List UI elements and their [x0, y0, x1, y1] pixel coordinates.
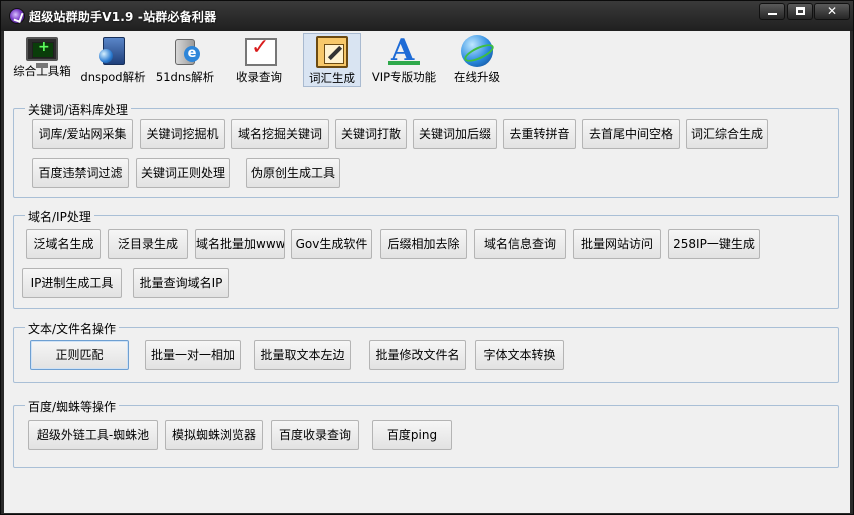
button-simulate-spider-browser[interactable]: 模拟蜘蛛浏览器: [165, 420, 263, 450]
toolbar-item-label: 词汇生成: [309, 71, 355, 85]
network-globe-icon: [97, 35, 129, 67]
button-ip-base-convert[interactable]: IP进制生成工具: [22, 268, 122, 298]
toolbar-item-label: 在线升级: [454, 70, 500, 84]
close-icon: ✕: [826, 4, 838, 18]
button-word-compose[interactable]: 词汇综合生成: [686, 119, 768, 149]
button-domain-add-www[interactable]: 域名批量加www: [195, 229, 285, 259]
button-keyword-regex[interactable]: 关键词正则处理: [136, 158, 230, 188]
minimize-icon: [767, 13, 777, 15]
server-ie-icon: [169, 35, 201, 67]
button-regex-match[interactable]: 正则匹配: [30, 340, 129, 370]
toolbar-item-label: 51dns解析: [155, 70, 215, 84]
toolbar-item-label: VIP专版功能: [371, 70, 437, 84]
toolbar-vip-button[interactable]: VIP专版功能: [369, 33, 439, 87]
button-batch-site-visit[interactable]: 批量网站访问: [573, 229, 661, 259]
button-gov-generator[interactable]: Gov生成软件: [291, 229, 372, 259]
toolbar-item-label: 收录查询: [236, 70, 282, 84]
group-keyword-processing: 关键词/语料库处理 词库/爱站网采集 关键词挖掘机 域名挖掘关键词 关键词打散 …: [13, 101, 839, 198]
button-baidu-ping[interactable]: 百度ping: [372, 420, 452, 450]
client-area: 综合工具箱 dnspod解析 51dns解析 收录查询 词汇生成 VIP专版功能: [4, 31, 850, 513]
button-baidu-banned-filter[interactable]: 百度违禁词过滤: [32, 158, 129, 188]
button-font-text-convert[interactable]: 字体文本转换: [475, 340, 564, 370]
app-logo-icon: [9, 8, 25, 24]
button-keyword-shuffle[interactable]: 关键词打散: [335, 119, 407, 149]
title-bar[interactable]: 超级站群助手V1.9 -站群必备利器 ✕: [1, 1, 853, 31]
button-pseudo-original[interactable]: 伪原创生成工具: [246, 158, 340, 188]
toolbar-item-label: dnspod解析: [80, 70, 146, 84]
button-dedupe-pinyin[interactable]: 去重转拼音: [503, 119, 576, 149]
toolbar-dnspod-button[interactable]: dnspod解析: [80, 33, 146, 87]
group-baidu-spider: 百度/蜘蛛等操作 超级外链工具-蜘蛛池 模拟蜘蛛浏览器 百度收录查询 百度pin…: [13, 398, 839, 468]
button-thesaurus-collect[interactable]: 词库/爱站网采集: [32, 119, 133, 149]
button-suffix-add-remove[interactable]: 后缀相加去除: [380, 229, 467, 259]
toolbar-update-button[interactable]: 在线升级: [448, 33, 506, 87]
button-super-backlink-spider-pool[interactable]: 超级外链工具-蜘蛛池: [28, 420, 158, 450]
globe-icon: [461, 35, 493, 67]
group-title: 百度/蜘蛛等操作: [25, 398, 120, 415]
button-keyword-miner[interactable]: 关键词挖掘机: [140, 119, 225, 149]
toolbar-word-generate-button[interactable]: 词汇生成: [303, 33, 361, 87]
app-window: 超级站群助手V1.9 -站群必备利器 ✕ 综合工具箱 dnspod解析 51dn…: [0, 0, 854, 515]
button-baidu-index-query[interactable]: 百度收录查询: [271, 420, 359, 450]
button-wildcard-directory[interactable]: 泛目录生成: [108, 229, 188, 259]
button-batch-rename-file[interactable]: 批量修改文件名: [369, 340, 466, 370]
button-domain-keyword-mine[interactable]: 域名挖掘关键词: [231, 119, 329, 149]
toolbar-51dns-button[interactable]: 51dns解析: [154, 33, 216, 87]
toolbar-index-query-button[interactable]: 收录查询: [230, 33, 288, 87]
button-trim-spaces[interactable]: 去首尾中间空格: [582, 119, 680, 149]
font-a-icon: [388, 33, 420, 68]
button-wildcard-domain[interactable]: 泛域名生成: [26, 229, 101, 259]
checkmark-board-icon: [243, 35, 277, 67]
toolbar-toolbox-button[interactable]: 综合工具箱: [7, 33, 77, 87]
maximize-button[interactable]: [787, 3, 813, 20]
group-text-filename: 文本/文件名操作 正则匹配 批量一对一相加 批量取文本左边 批量修改文件名 字体…: [13, 320, 839, 383]
button-batch-domain-ip[interactable]: 批量查询域名IP: [133, 268, 229, 298]
button-258ip-generate[interactable]: 258IP一键生成: [668, 229, 760, 259]
group-title: 域名/IP处理: [25, 208, 94, 225]
button-domain-info-query[interactable]: 域名信息查询: [474, 229, 566, 259]
close-button[interactable]: ✕: [814, 3, 850, 20]
minimize-button[interactable]: [759, 3, 785, 20]
window-title: 超级站群助手V1.9 -站群必备利器: [29, 10, 217, 24]
group-title: 文本/文件名操作: [25, 320, 120, 337]
edit-notepad-icon: [316, 36, 348, 68]
monitor-plus-icon: [26, 37, 58, 68]
button-keyword-add-suffix[interactable]: 关键词加后缀: [413, 119, 497, 149]
button-batch-one-to-one-add[interactable]: 批量一对一相加: [145, 340, 241, 370]
toolbar: 综合工具箱 dnspod解析 51dns解析 收录查询 词汇生成 VIP专版功能: [4, 31, 850, 89]
maximize-icon: [795, 7, 805, 15]
group-title: 关键词/语料库处理: [25, 101, 132, 118]
group-domain-ip: 域名/IP处理 泛域名生成 泛目录生成 域名批量加www Gov生成软件 后缀相…: [13, 208, 839, 309]
button-batch-text-left[interactable]: 批量取文本左边: [254, 340, 351, 370]
